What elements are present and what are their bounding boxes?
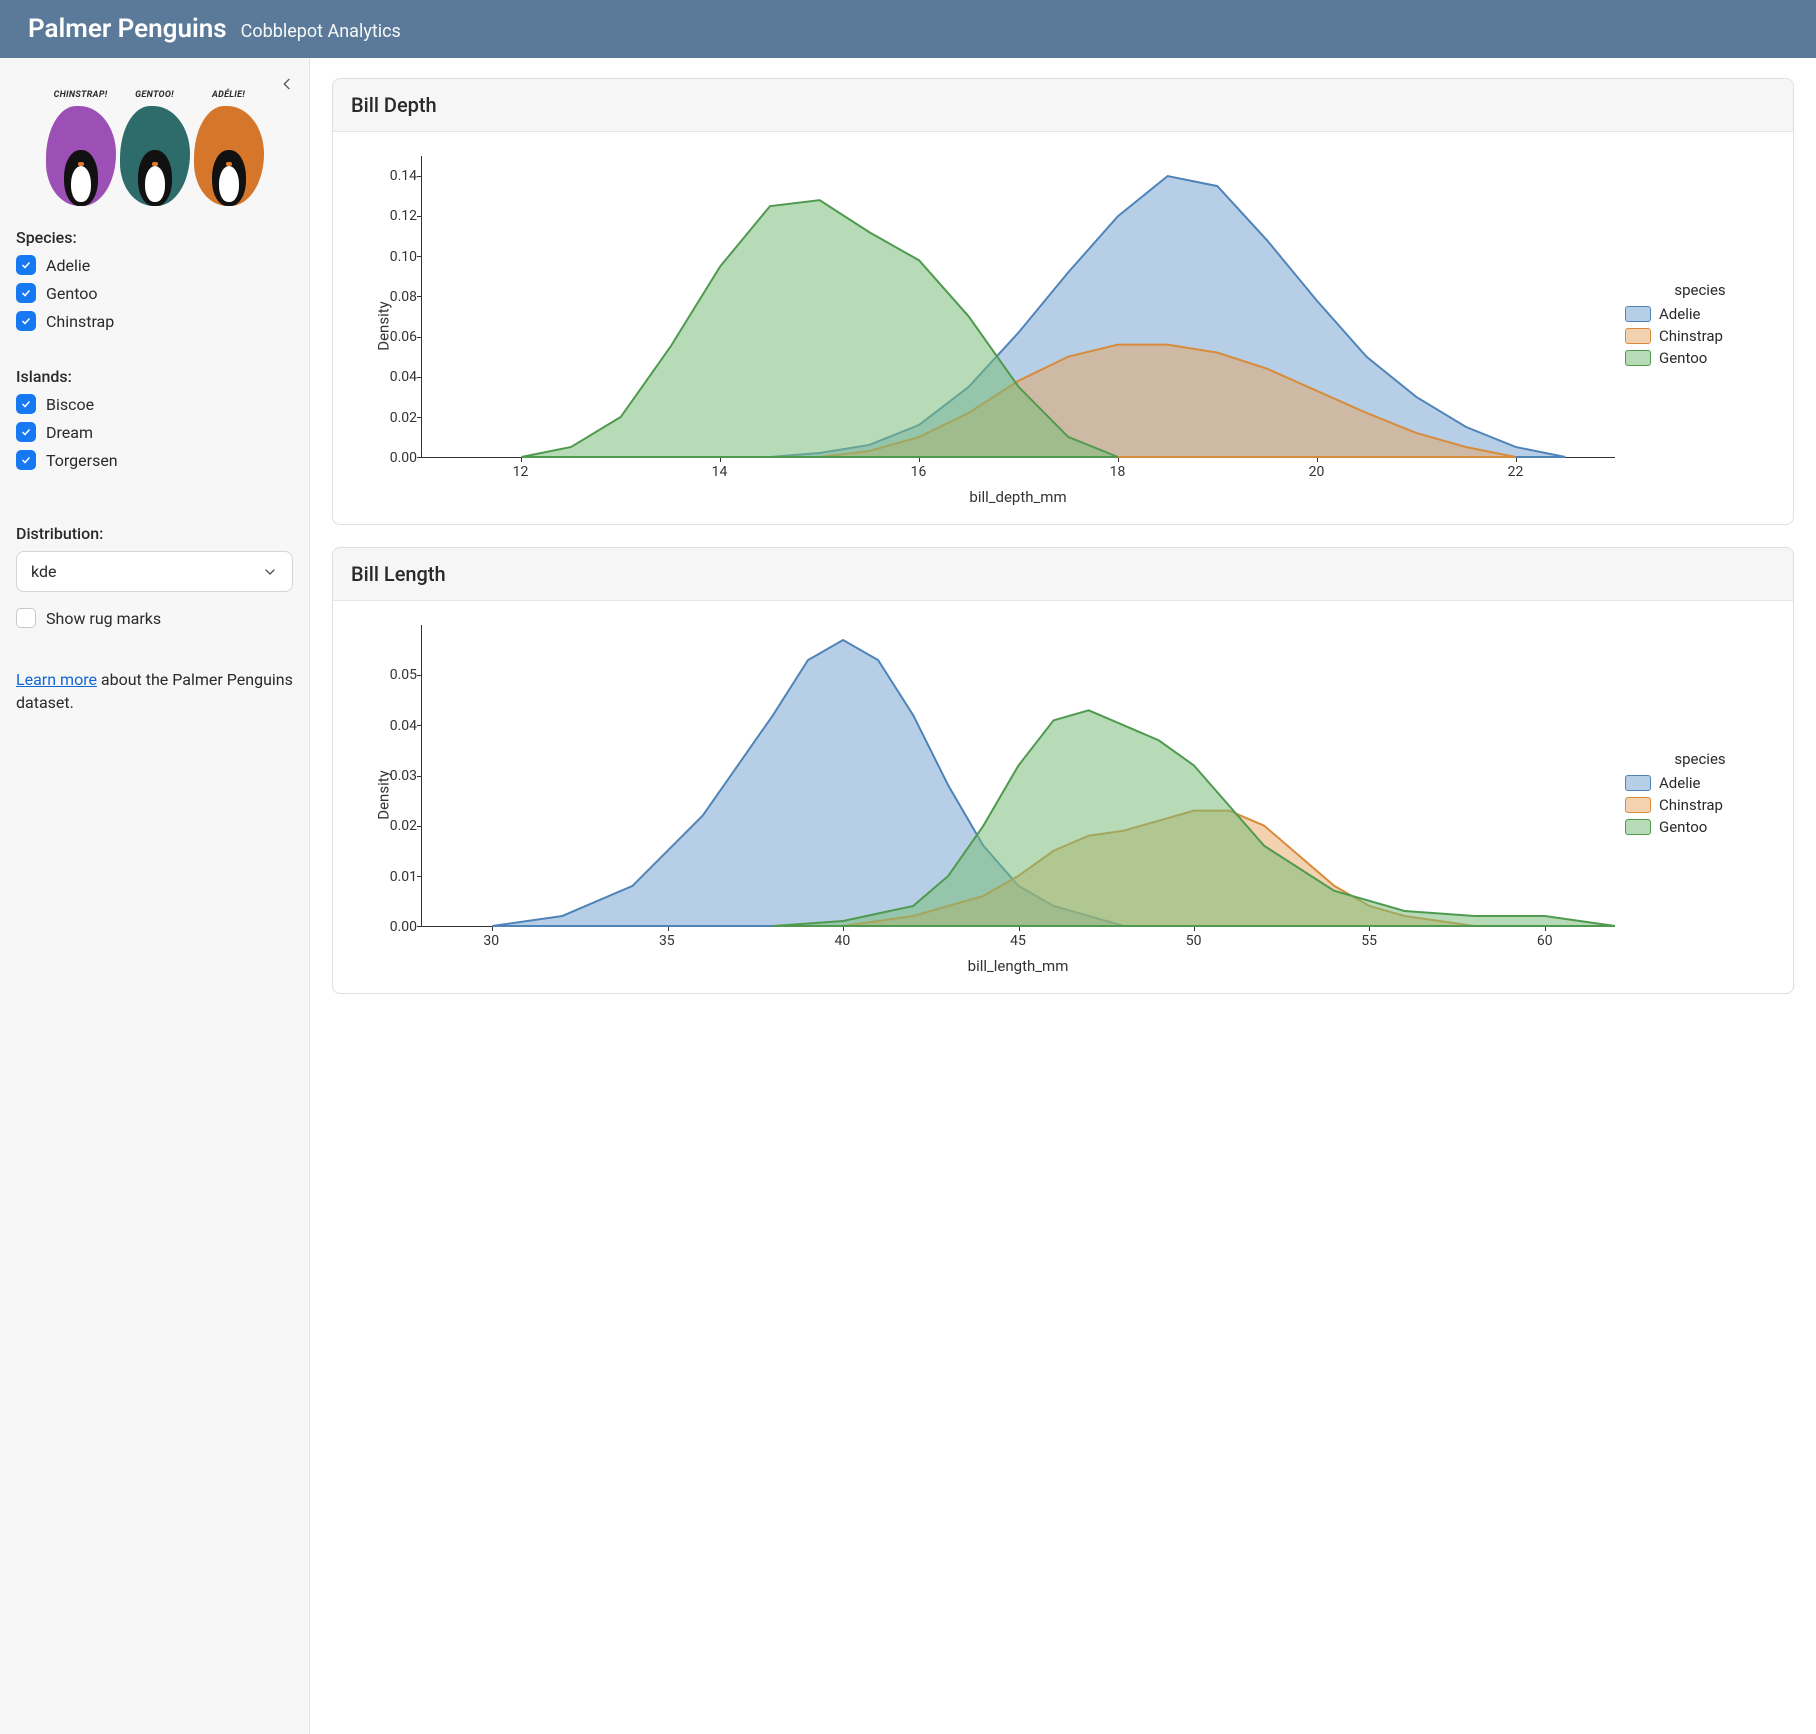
- penguin-logo: CHINSTRAP! GENTOO! ADÉLIE!: [45, 76, 265, 206]
- species-checkbox-chinstrap[interactable]: Chinstrap: [16, 311, 293, 331]
- card-title-length: Bill Length: [333, 548, 1793, 601]
- card-bill-depth: Bill Depth Densitybill_depth_mm121416182…: [332, 78, 1794, 525]
- y-tick: 0.00: [390, 919, 417, 935]
- y-tick: 0.02: [390, 818, 417, 834]
- x-tick: 60: [1537, 933, 1553, 949]
- legend-title: species: [1625, 750, 1775, 768]
- card-title-depth: Bill Depth: [333, 79, 1793, 132]
- card-bill-length: Bill Length Densitybill_length_mm3035404…: [332, 547, 1794, 994]
- legend-item-chinstrap: Chinstrap: [1625, 327, 1775, 345]
- sidebar-collapse-button[interactable]: [275, 72, 299, 96]
- learn-more-text: Learn more about the Palmer Penguins dat…: [16, 668, 293, 714]
- learn-more-link[interactable]: Learn more: [16, 670, 97, 689]
- distribution-select-value: kde: [31, 562, 56, 581]
- legend-title: species: [1625, 281, 1775, 299]
- legend-swatch: [1625, 306, 1651, 322]
- plot-bill-length: Densitybill_length_mm303540455055600.000…: [351, 615, 1775, 975]
- y-tick: 0.05: [390, 667, 417, 683]
- chevron-down-icon: [262, 564, 278, 580]
- y-tick: 0.04: [390, 718, 417, 734]
- species-group-label: Species:: [16, 228, 293, 247]
- legend-swatch: [1625, 819, 1651, 835]
- distribution-label: Distribution:: [16, 524, 293, 543]
- legend-item-gentoo: Gentoo: [1625, 349, 1775, 367]
- legend-label: Gentoo: [1659, 818, 1707, 836]
- legend-item-adelie: Adelie: [1625, 305, 1775, 323]
- rug-checkbox-label: Show rug marks: [46, 609, 161, 628]
- legend-label: Gentoo: [1659, 349, 1707, 367]
- legend-label: Adelie: [1659, 305, 1700, 323]
- checkbox-box: [16, 283, 36, 303]
- checkbox-box: [16, 255, 36, 275]
- legend-item-adelie: Adelie: [1625, 774, 1775, 792]
- y-tick: 0.14: [390, 168, 417, 184]
- x-tick: 50: [1186, 933, 1202, 949]
- x-tick: 45: [1010, 933, 1026, 949]
- x-axis-label: bill_length_mm: [421, 957, 1615, 975]
- checkbox-box: [16, 394, 36, 414]
- x-tick: 22: [1508, 464, 1524, 480]
- rug-checkbox[interactable]: Show rug marks: [16, 608, 293, 628]
- y-tick: 0.04: [390, 369, 417, 385]
- checkbox-label: Chinstrap: [46, 312, 114, 331]
- checkbox-box: [16, 450, 36, 470]
- species-checkbox-adelie[interactable]: Adelie: [16, 255, 293, 275]
- legend-label: Chinstrap: [1659, 796, 1723, 814]
- y-tick: 0.01: [390, 869, 417, 885]
- x-tick: 14: [712, 464, 728, 480]
- checkbox-box: [16, 608, 36, 628]
- x-tick: 18: [1110, 464, 1126, 480]
- x-tick: 40: [835, 933, 851, 949]
- y-tick: 0.08: [390, 289, 417, 305]
- x-axis-label: bill_depth_mm: [421, 488, 1615, 506]
- app-header: Palmer Penguins Cobblepot Analytics: [0, 0, 1816, 58]
- logo-label-adelie: ADÉLIE!: [194, 90, 264, 100]
- legend-label: Chinstrap: [1659, 327, 1723, 345]
- y-tick: 0.12: [390, 208, 417, 224]
- checkbox-label: Biscoe: [46, 395, 94, 414]
- app-subtitle: Cobblepot Analytics: [241, 21, 401, 42]
- legend-item-gentoo: Gentoo: [1625, 818, 1775, 836]
- checkbox-label: Dream: [46, 423, 93, 442]
- y-tick: 0.03: [390, 768, 417, 784]
- x-tick: 35: [659, 933, 675, 949]
- checkbox-label: Adelie: [46, 256, 90, 275]
- chevron-left-icon: [279, 76, 295, 92]
- y-tick: 0.00: [390, 450, 417, 466]
- y-tick: 0.10: [390, 249, 417, 265]
- checkbox-label: Gentoo: [46, 284, 98, 303]
- legend-swatch: [1625, 328, 1651, 344]
- checkbox-box: [16, 422, 36, 442]
- island-checkbox-torgersen[interactable]: Torgersen: [16, 450, 293, 470]
- checkbox-label: Torgersen: [46, 451, 118, 470]
- island-checkbox-biscoe[interactable]: Biscoe: [16, 394, 293, 414]
- app-title: Palmer Penguins: [28, 14, 227, 44]
- legend: species Adelie Chinstrap Gentoo: [1625, 281, 1775, 371]
- logo-label-chinstrap: CHINSTRAP!: [46, 90, 116, 100]
- y-tick: 0.06: [390, 329, 417, 345]
- x-tick: 20: [1309, 464, 1325, 480]
- island-checkbox-dream[interactable]: Dream: [16, 422, 293, 442]
- x-tick: 30: [483, 933, 499, 949]
- legend: species Adelie Chinstrap Gentoo: [1625, 750, 1775, 840]
- islands-group-label: Islands:: [16, 367, 293, 386]
- legend-swatch: [1625, 350, 1651, 366]
- sidebar: CHINSTRAP! GENTOO! ADÉLIE! Species: Adel…: [0, 58, 310, 1734]
- distribution-select[interactable]: kde: [16, 551, 293, 592]
- x-tick: 55: [1361, 933, 1377, 949]
- legend-label: Adelie: [1659, 774, 1700, 792]
- legend-item-chinstrap: Chinstrap: [1625, 796, 1775, 814]
- x-tick: 16: [911, 464, 927, 480]
- legend-swatch: [1625, 797, 1651, 813]
- logo-label-gentoo: GENTOO!: [120, 90, 190, 100]
- main-content: Bill Depth Densitybill_depth_mm121416182…: [310, 58, 1816, 1734]
- y-tick: 0.02: [390, 410, 417, 426]
- plot-bill-depth: Densitybill_depth_mm1214161820220.000.02…: [351, 146, 1775, 506]
- x-tick: 12: [513, 464, 529, 480]
- species-checkbox-gentoo[interactable]: Gentoo: [16, 283, 293, 303]
- checkbox-box: [16, 311, 36, 331]
- legend-swatch: [1625, 775, 1651, 791]
